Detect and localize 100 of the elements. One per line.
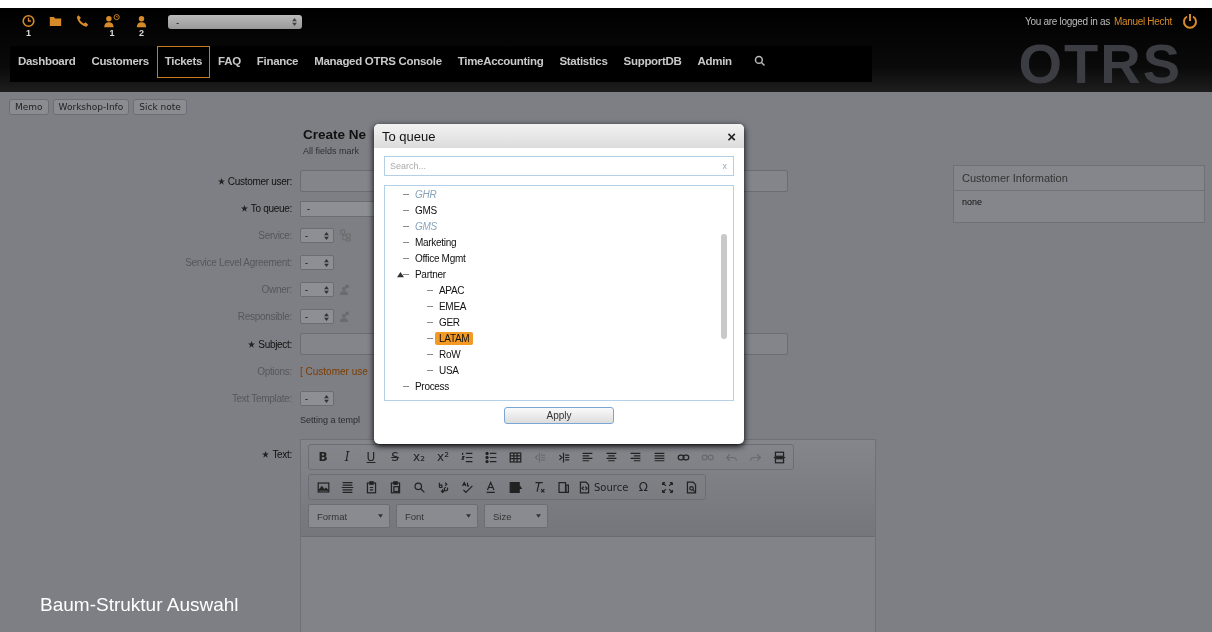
dropdown[interactable]: - bbox=[300, 309, 334, 324]
dropdown[interactable]: - bbox=[300, 255, 334, 270]
justify-icon bbox=[652, 450, 666, 464]
tree-item[interactable]: GER bbox=[435, 315, 464, 329]
tree-item[interactable]: USA bbox=[435, 363, 463, 377]
align-left-icon bbox=[580, 450, 594, 464]
nav-tab[interactable]: Admin bbox=[689, 46, 740, 78]
tree-item[interactable]: LATAM bbox=[435, 331, 474, 345]
updown-icon bbox=[292, 18, 297, 26]
caret-icon bbox=[536, 514, 541, 518]
person-icon bbox=[135, 14, 148, 28]
numbered-list-icon bbox=[460, 450, 474, 464]
tree-item[interactable]: Office Mgmt bbox=[411, 251, 470, 265]
template-icon bbox=[556, 480, 570, 494]
text-editor[interactable]: B I U S x₂ x² Source Ω Format Font Size bbox=[300, 439, 876, 632]
person-toolbar-button[interactable]: 2 bbox=[135, 14, 148, 39]
person-clock-icon bbox=[103, 14, 121, 28]
format-button[interactable]: U bbox=[360, 447, 382, 467]
caret-icon bbox=[466, 514, 471, 518]
person-alert-toolbar-button[interactable]: 1 bbox=[103, 14, 121, 39]
editor-dropdown[interactable]: Size bbox=[484, 504, 548, 528]
phone-icon bbox=[76, 14, 89, 28]
maximize-icon bbox=[660, 480, 674, 494]
background-color-icon bbox=[508, 480, 522, 494]
field-label: Text: bbox=[272, 449, 292, 460]
align-center-icon bbox=[604, 450, 618, 464]
template-note: Setting a templ bbox=[300, 415, 361, 425]
panel-title: Customer Information bbox=[954, 166, 1204, 191]
remove-format-icon bbox=[532, 480, 546, 494]
tree-item: GMS bbox=[414, 219, 438, 233]
nav-tab[interactable]: Tickets bbox=[156, 46, 211, 78]
nav-tab[interactable]: SupportDB bbox=[615, 46, 690, 78]
format-button[interactable]: Ω bbox=[632, 477, 655, 497]
spellcheck-icon bbox=[460, 480, 474, 494]
tree-item: GHR bbox=[414, 187, 438, 201]
updown-icon bbox=[324, 285, 329, 294]
tree-item[interactable]: EMEA bbox=[435, 299, 471, 313]
dropdown[interactable]: - bbox=[300, 228, 334, 243]
power-icon[interactable] bbox=[1182, 13, 1198, 29]
nav-tab[interactable]: Managed OTRS Console bbox=[306, 46, 450, 78]
panel-value: none bbox=[961, 196, 984, 209]
quick-button[interactable]: Workshop-Info bbox=[52, 99, 130, 115]
tree-item[interactable]: RoW bbox=[435, 347, 465, 361]
close-button[interactable]: × bbox=[727, 127, 736, 145]
tree-item[interactable]: Partner bbox=[411, 267, 450, 281]
quick-button[interactable]: Memo bbox=[9, 99, 49, 115]
logo: OTRS bbox=[1018, 36, 1182, 92]
updown-icon bbox=[324, 231, 329, 240]
user-link[interactable]: Manuel Hecht bbox=[1113, 15, 1172, 27]
horizontal-line-icon bbox=[340, 480, 354, 494]
folder-icon bbox=[49, 14, 62, 28]
image-icon bbox=[316, 480, 330, 494]
quick-button[interactable]: Sick note bbox=[133, 99, 187, 115]
paste-icon bbox=[364, 480, 378, 494]
preview-icon bbox=[684, 480, 698, 494]
form-title: Create Ne bbox=[303, 127, 367, 142]
text-color-icon bbox=[484, 480, 498, 494]
nav-tab[interactable]: Finance bbox=[248, 46, 307, 78]
scrollbar[interactable] bbox=[721, 234, 727, 339]
table-icon bbox=[508, 450, 522, 464]
nav-tab[interactable]: TimeAccounting bbox=[449, 46, 552, 78]
nav-tab[interactable]: FAQ bbox=[210, 46, 249, 78]
align-right-icon bbox=[628, 450, 642, 464]
dropdown[interactable]: - bbox=[300, 391, 334, 406]
format-button[interactable]: I bbox=[336, 447, 358, 467]
format-button[interactable]: x₂ bbox=[408, 447, 430, 467]
login-text: You are logged in as bbox=[1025, 15, 1110, 27]
form-hint: All fields mark bbox=[303, 146, 359, 156]
find-icon bbox=[412, 480, 426, 494]
clock-toolbar-button[interactable]: 1 bbox=[22, 14, 35, 39]
collapse-icon[interactable] bbox=[397, 270, 404, 278]
tree-item[interactable]: APAC bbox=[435, 283, 469, 297]
field-label: To queue: bbox=[250, 203, 292, 214]
caret-icon bbox=[378, 514, 383, 518]
tree-item[interactable]: Process bbox=[411, 379, 454, 393]
tree-item[interactable]: GMS bbox=[411, 203, 441, 217]
updown-icon bbox=[324, 312, 329, 321]
document-icon bbox=[578, 480, 591, 494]
field-label: Customer user: bbox=[227, 175, 292, 187]
nav-tab[interactable]: Dashboard bbox=[10, 46, 84, 78]
field-label: Subject: bbox=[258, 338, 292, 350]
format-button[interactable]: x² bbox=[432, 447, 454, 467]
dropdown[interactable]: - bbox=[300, 282, 334, 297]
updown-icon bbox=[324, 394, 329, 403]
tree-item[interactable]: Marketing bbox=[411, 235, 461, 249]
outdent-icon bbox=[532, 450, 546, 464]
editor-dropdown[interactable]: Font bbox=[396, 504, 478, 528]
page-break-icon bbox=[772, 450, 786, 464]
queue-select[interactable]: - bbox=[168, 15, 302, 29]
dialog-title: To queue bbox=[382, 128, 436, 144]
search-icon bbox=[753, 55, 766, 67]
nav-tab[interactable]: Customers bbox=[83, 46, 157, 78]
format-button[interactable]: B bbox=[312, 447, 334, 467]
source-button[interactable]: Source bbox=[576, 477, 631, 497]
replace-icon bbox=[436, 480, 450, 494]
nav-tab[interactable]: Statistics bbox=[551, 46, 616, 78]
editor-dropdown[interactable]: Format bbox=[308, 504, 390, 528]
apply-button[interactable]: Apply bbox=[504, 407, 614, 424]
format-button[interactable]: S bbox=[384, 447, 406, 467]
updown-icon bbox=[324, 258, 329, 267]
